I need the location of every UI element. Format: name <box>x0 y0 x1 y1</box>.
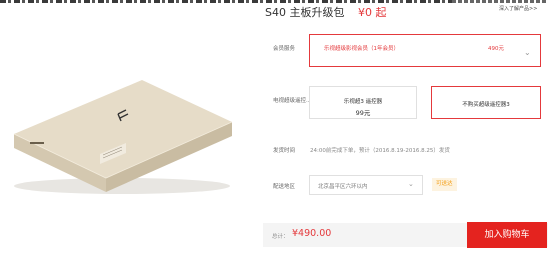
starting-price: ¥0 起 <box>358 6 387 19</box>
membership-price: 490元 <box>488 46 504 52</box>
chevron-down-icon: ⌄ <box>524 48 531 57</box>
membership-select[interactable]: 乐视超级影视会员（1年会员） 490元 ⌄ <box>309 34 541 67</box>
top-strip-decoration-right <box>452 0 548 3</box>
controller-option-none[interactable]: 不购买超级遥控器3 <box>431 86 541 119</box>
controller-option-name: 乐视超3 遥控器 <box>343 99 383 105</box>
controller-option-buy[interactable]: 乐视超3 遥控器 99元 <box>309 86 417 119</box>
total-amount: ¥490.00 <box>292 228 332 239</box>
stock-badge: 可送达 <box>432 178 457 191</box>
total-label: 总计： <box>272 234 289 240</box>
product-image <box>0 4 245 254</box>
chevron-down-icon: ⌄ <box>408 180 414 188</box>
controller-option-name: 不购买超级遥控器3 <box>462 102 510 108</box>
product-title: S40 主板升级包 <box>265 6 345 19</box>
membership-label: 会员服务 <box>273 46 296 52</box>
membership-selected-value: 乐视超级影视会员（1年会员） <box>324 46 400 52</box>
product-box-illustration <box>13 80 233 194</box>
learn-more-link[interactable]: 深入了解产品>> <box>499 5 537 12</box>
region-select[interactable]: 北京昌平区六环以内 ⌄ <box>309 175 423 195</box>
add-to-cart-button[interactable]: 加入购物车 <box>467 222 547 248</box>
controller-option-price: 99元 <box>355 109 371 117</box>
controller-label: 电视超级遥控... <box>273 98 312 104</box>
ship-time-text: 24:00前完成下单，预计（2016.8.19-2016.8.25）发货 <box>310 148 450 154</box>
region-value: 北京昌平区六环以内 <box>318 184 368 190</box>
region-label: 配送地区 <box>273 184 296 190</box>
ship-time-label: 发货时间 <box>273 148 296 154</box>
